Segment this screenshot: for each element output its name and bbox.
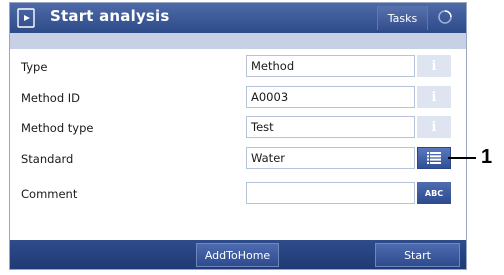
method-type-info-icon[interactable]: i <box>417 116 451 138</box>
method-type-label: Method type <box>21 121 94 135</box>
method-id-field[interactable]: A0003 <box>246 86 415 108</box>
tasks-button[interactable]: Tasks <box>377 6 428 30</box>
type-field[interactable]: Method <box>246 55 415 77</box>
add-to-home-button[interactable]: AddToHome <box>196 243 279 267</box>
method-id-label: Method ID <box>21 91 81 105</box>
standard-label: Standard <box>21 152 74 166</box>
comment-label: Comment <box>21 187 78 201</box>
comment-input[interactable] <box>246 182 415 204</box>
title-bar: Start analysis Tasks <box>10 3 466 33</box>
type-label: Type <box>21 60 48 74</box>
standard-field[interactable]: Water <box>246 147 415 169</box>
standard-list-button[interactable] <box>417 147 451 169</box>
callout-number: 1 <box>481 146 493 168</box>
start-analysis-dialog: Start analysis Tasks Type Method i Metho… <box>9 2 467 270</box>
keyboard-abc-button[interactable]: ABC <box>417 182 451 204</box>
type-info-icon[interactable]: i <box>417 55 451 77</box>
bottom-toolbar: AddToHome Start <box>10 240 466 269</box>
method-type-field[interactable]: Test <box>246 116 415 138</box>
circular-progress-icon <box>438 10 452 24</box>
callout-line <box>448 157 476 159</box>
header-stripe <box>10 33 466 49</box>
method-id-info-icon[interactable]: i <box>417 86 451 108</box>
start-button[interactable]: Start <box>375 243 460 267</box>
window-title: Start analysis <box>50 7 170 25</box>
analysis-document-icon <box>17 8 35 28</box>
list-icon <box>427 152 441 164</box>
